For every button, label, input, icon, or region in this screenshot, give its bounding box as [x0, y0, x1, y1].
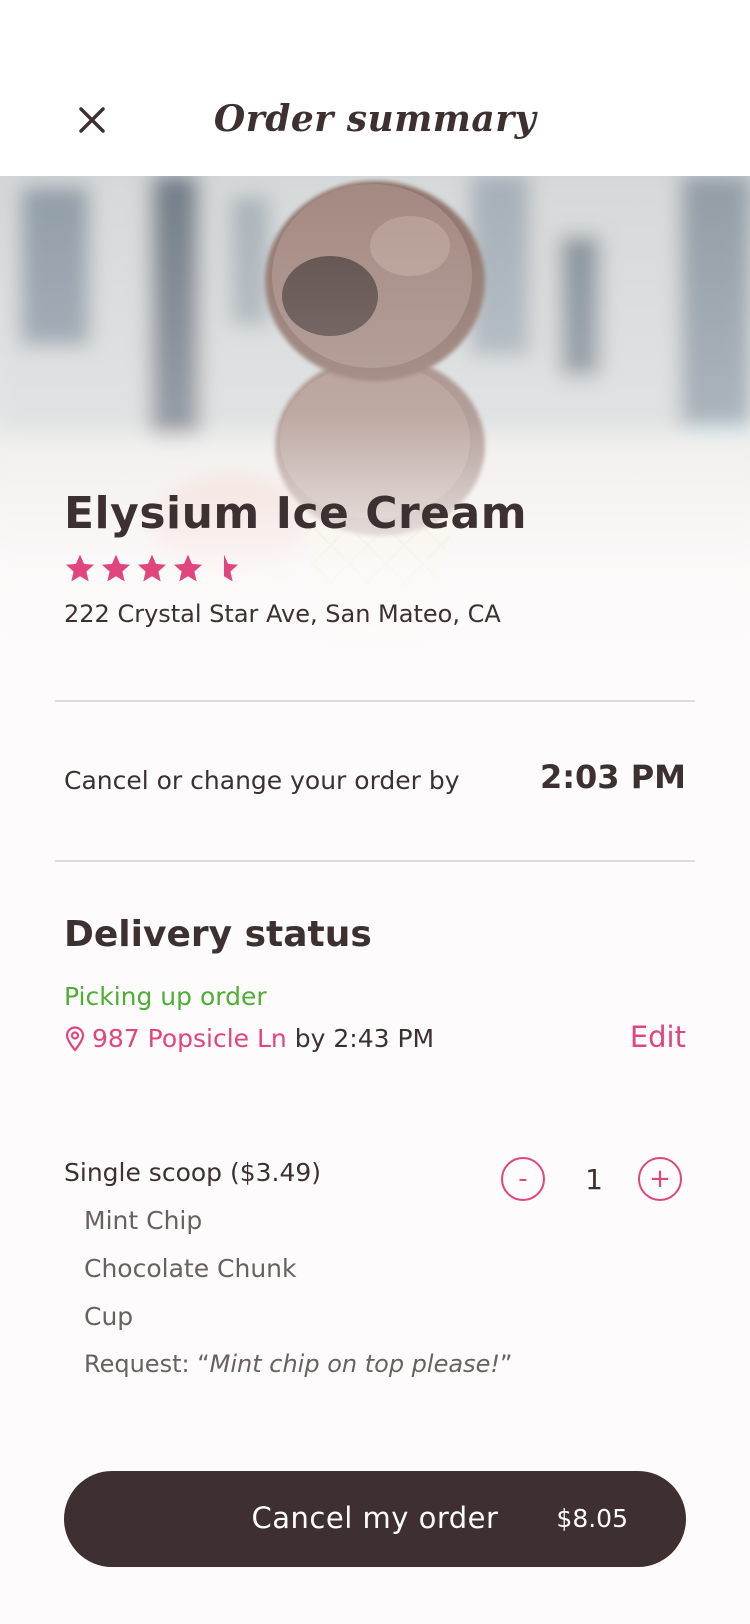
delivery-location: 987 Popsicle Ln by 2:43 PM [64, 1024, 434, 1053]
request-text: Mint chip on top please! [209, 1350, 500, 1378]
item-title: Single scoop ($3.49) [64, 1158, 322, 1187]
delivery-address[interactable]: 987 Popsicle Ln [92, 1024, 287, 1053]
store-name: Elysium Ice Cream [64, 488, 528, 539]
cancel-order-button[interactable]: Cancel my order $8.05 [64, 1471, 686, 1567]
request-prefix: Request: “ [84, 1350, 210, 1378]
divider [55, 700, 695, 702]
divider [55, 860, 695, 862]
quantity-increase-button[interactable]: + [638, 1157, 682, 1201]
delivery-status-text: Picking up order [64, 982, 267, 1011]
quantity-value: 1 [585, 1163, 603, 1196]
request-suffix: ” [499, 1350, 513, 1378]
star-half-icon [224, 554, 238, 582]
page-title: Order summary [213, 98, 537, 140]
star-icon [66, 554, 94, 582]
cancel-deadline-label: Cancel or change your order by [64, 766, 460, 795]
location-pin-icon [65, 1025, 85, 1052]
quantity-decrease-button[interactable]: - [501, 1157, 545, 1201]
store-address: 222 Crystal Star Ave, San Mateo, CA [64, 600, 501, 628]
cancel-deadline-time: 2:03 PM [539, 758, 686, 796]
item-option: Cup [84, 1302, 134, 1331]
item-option: Chocolate Chunk [84, 1254, 297, 1283]
star-icon [138, 554, 166, 582]
star-icon [174, 554, 202, 582]
delivery-status-title: Delivery status [64, 914, 372, 955]
delivery-eta: by 2:43 PM [294, 1024, 435, 1053]
header: Order summary [0, 0, 750, 176]
order-total: $8.05 [556, 1504, 628, 1533]
star-icon [102, 554, 130, 582]
edit-delivery-button[interactable]: Edit [630, 1020, 686, 1054]
star-rating [64, 552, 240, 584]
item-request: Request: “Mint chip on top please!” [84, 1350, 512, 1378]
item-option: Mint Chip [84, 1206, 203, 1235]
store-hero-image [0, 176, 750, 656]
